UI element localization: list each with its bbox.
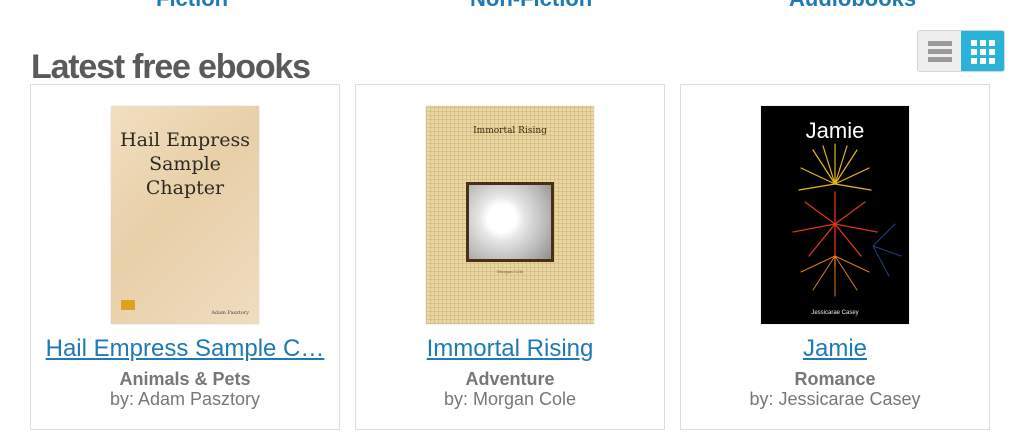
cover-title-text: Hail Empress Sample Chapter [120,129,250,199]
cover-photo-frame [466,182,554,262]
book-genre: Adventure [465,369,555,389]
book-title-link[interactable]: Immortal Rising [364,335,656,363]
book-author: by: Morgan Cole [443,389,577,409]
view-toggle [917,30,1005,72]
cover-title-text: Jamie [805,118,865,143]
cover-author-text: Adam Pasztory [211,310,249,316]
ebook-card: Hail Empress Sample Chapter Adam Pasztor… [30,84,340,430]
cover-author-text: Jessicarae Casey [811,310,859,316]
book-author: by: Jessicarae Casey [749,389,921,409]
book-genre: Animals & Pets [119,369,251,389]
list-view-button[interactable] [918,31,961,71]
cover-author-text: Morgan Cole [496,269,524,274]
list-icon [928,41,952,62]
book-title-link[interactable]: Hail Empress Sample C… [39,335,331,363]
book-cover[interactable]: Immortal Rising Morgan Cole [426,106,594,324]
ebook-card: Immortal Rising Morgan Cole Immortal Ris… [355,84,665,430]
publisher-logo-icon [121,300,135,310]
cover-title-text: Immortal Rising [473,126,547,136]
category-nav: Fiction Non-Fiction Audiobooks [0,0,1024,12]
grid-icon [971,40,995,64]
nav-non-fiction-link[interactable]: Non-Fiction [470,0,592,12]
section-title: Latest free ebooks [31,48,311,87]
book-genre: Romance [794,369,876,389]
nav-audiobooks-link[interactable]: Audiobooks [789,0,916,12]
book-cover[interactable]: Jamie Jessicarae Casey [761,106,909,324]
book-title-link[interactable]: Jamie [689,335,981,363]
ebook-card: Jamie Jessicarae Casey Jamie Romance by:… [680,84,990,430]
book-author: by: Adam Pasztory [109,389,261,409]
book-cover[interactable]: Hail Empress Sample Chapter Adam Pasztor… [111,106,259,324]
grid-view-button[interactable] [961,31,1004,71]
wolf-photo-image [469,185,551,259]
nav-fiction-link[interactable]: Fiction [156,0,228,12]
